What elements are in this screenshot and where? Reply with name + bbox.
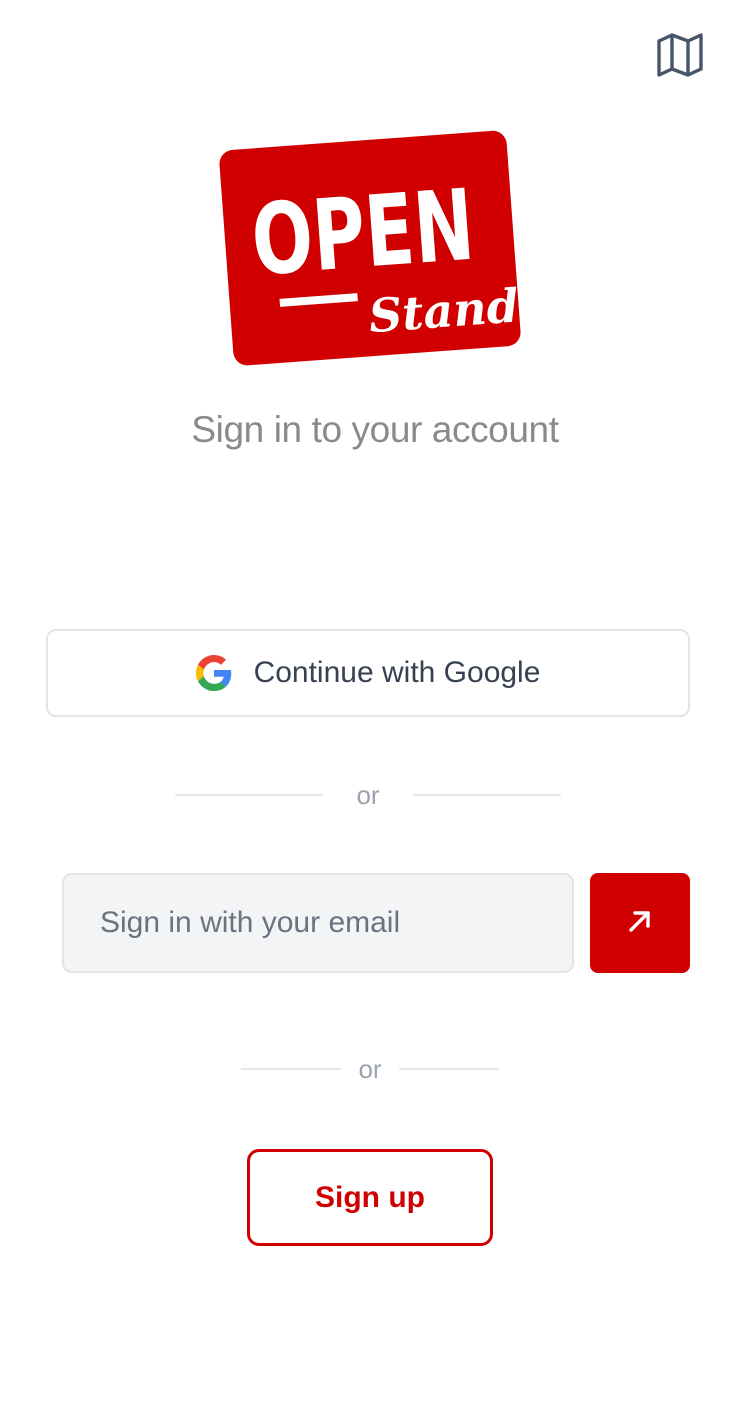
arrow-up-right-icon [627, 908, 653, 939]
map-icon [656, 32, 704, 83]
page-title: Sign in to your account [191, 409, 559, 450]
logo-main-text: OPEN [248, 169, 478, 299]
email-submit-button[interactable] [590, 873, 690, 973]
map-button[interactable] [652, 32, 708, 82]
divider-line [175, 794, 323, 796]
divider-line [399, 1068, 499, 1070]
divider-line [241, 1068, 341, 1070]
or-divider: or [241, 1049, 499, 1089]
google-icon [195, 655, 232, 691]
logo-script-text: Stand [367, 278, 520, 343]
sign-up-button[interactable]: Sign up [247, 1149, 493, 1246]
divider-text: or [358, 1053, 382, 1084]
email-input[interactable] [62, 873, 574, 973]
divider-line [413, 794, 561, 796]
or-divider: or [175, 775, 561, 815]
continue-with-google-label: Continue with Google [253, 656, 541, 689]
continue-with-google-button[interactable]: Continue with Google [46, 629, 690, 717]
divider-text: or [356, 779, 380, 810]
openstand-logo: OPEN Stand [216, 124, 526, 372]
